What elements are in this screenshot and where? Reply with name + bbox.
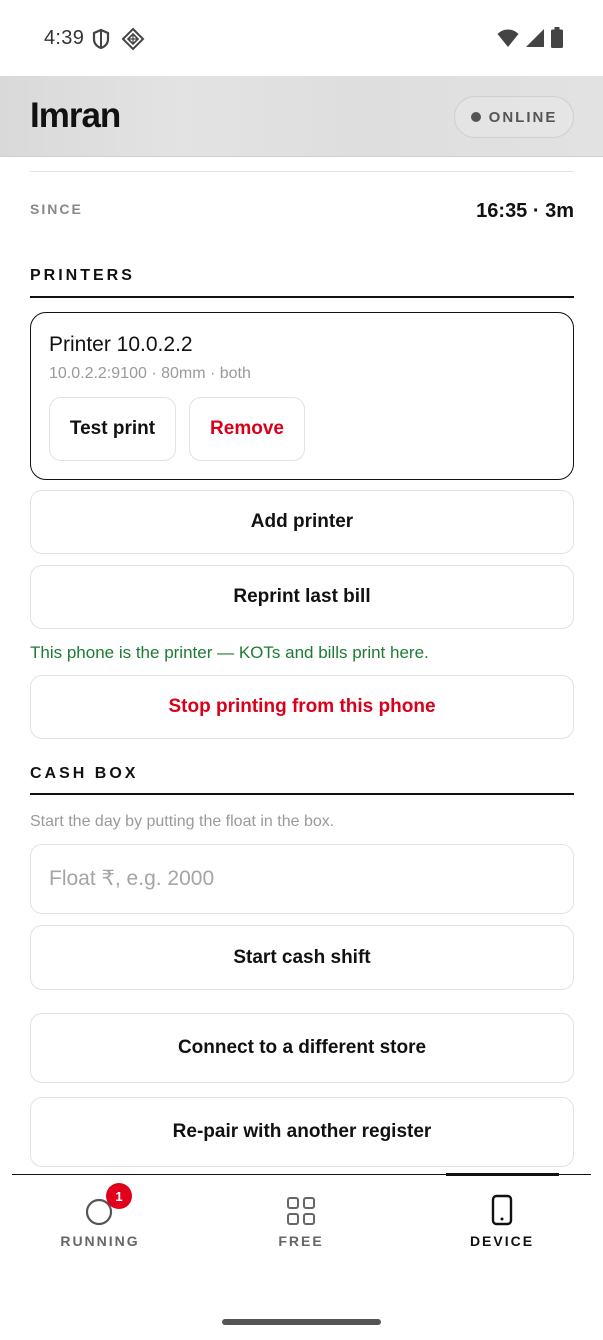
tab-device[interactable]: DEVICE xyxy=(422,1186,582,1256)
shield-icon xyxy=(92,28,110,55)
start-cash-shift-button[interactable]: Start cash shift xyxy=(30,925,574,990)
status-badge: ONLINE xyxy=(454,96,574,138)
remove-printer-button[interactable]: Remove xyxy=(189,397,305,461)
connect-different-store-button[interactable]: Connect to a different store xyxy=(30,1013,574,1083)
app-header: Imran ONLINE xyxy=(0,76,603,157)
add-printer-button[interactable]: Add printer xyxy=(30,490,574,554)
active-tab-indicator xyxy=(446,1173,559,1176)
tab-running[interactable]: 1 RUNNING xyxy=(20,1183,180,1256)
stop-printing-button[interactable]: Stop printing from this phone xyxy=(30,675,574,739)
diamond-icon xyxy=(121,27,145,56)
grid-icon xyxy=(285,1194,317,1226)
section-divider xyxy=(30,793,574,795)
tab-label: DEVICE xyxy=(469,1233,535,1249)
tab-label: RUNNING xyxy=(60,1233,140,1249)
status-label: ONLINE xyxy=(488,108,558,126)
printer-card: Printer 10.0.2.2 10.0.2.2:9100 · 80mm · … xyxy=(30,312,574,480)
test-print-button[interactable]: Test print xyxy=(49,397,176,461)
home-indicator[interactable] xyxy=(222,1319,381,1325)
repair-register-button[interactable]: Re-pair with another register xyxy=(30,1097,574,1167)
status-dot-icon xyxy=(470,112,481,122)
tab-free[interactable]: FREE xyxy=(221,1186,381,1256)
printer-status-note: This phone is the printer — KOTs and bil… xyxy=(30,643,429,662)
status-time: 4:39 xyxy=(44,27,85,49)
status-bar: 4:39 xyxy=(0,0,603,76)
reprint-last-bill-button[interactable]: Reprint last bill xyxy=(30,565,574,629)
float-amount-input[interactable] xyxy=(30,844,574,914)
tab-label: FREE xyxy=(278,1233,324,1249)
since-value: 16:35 · 3m xyxy=(476,200,574,222)
battery-icon xyxy=(551,27,563,53)
section-divider xyxy=(30,296,574,298)
page-title: Imran xyxy=(30,96,121,135)
printer-details: 10.0.2.2:9100 · 80mm · both xyxy=(49,365,251,382)
printer-name: Printer 10.0.2.2 xyxy=(49,333,193,356)
since-label: SINCE xyxy=(30,201,83,217)
circle-icon: 1 xyxy=(84,1183,132,1226)
divider xyxy=(30,171,574,172)
cash-box-section-title: CASH BOX xyxy=(30,765,139,782)
wifi-icon xyxy=(497,28,519,53)
cash-box-hint: Start the day by putting the float in th… xyxy=(30,813,335,830)
phone-icon xyxy=(486,1194,518,1226)
signal-icon xyxy=(525,28,545,53)
running-count-badge: 1 xyxy=(106,1183,132,1209)
printers-section-title: PRINTERS xyxy=(30,267,135,284)
